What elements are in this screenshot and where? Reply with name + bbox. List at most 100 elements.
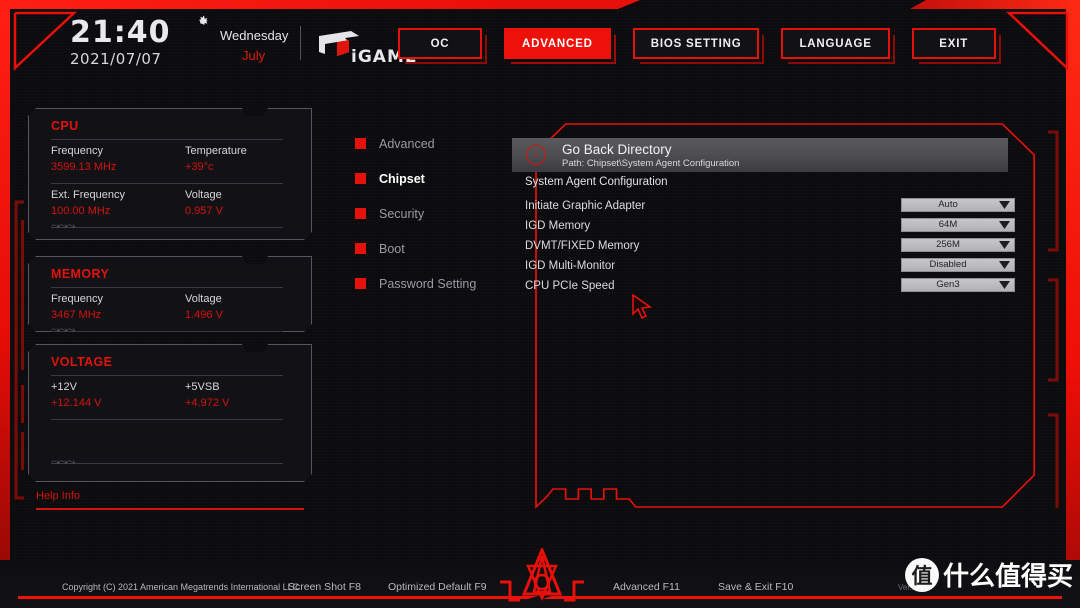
setting-row[interactable]: Initiate Graphic Adapter Auto [525, 198, 1015, 218]
setting-row[interactable]: DVMT/FIXED Memory 256M [525, 238, 1015, 258]
menu-item-label: Boot [379, 241, 405, 256]
right-edge-accent [1066, 0, 1080, 608]
chevron-down-icon[interactable] [994, 259, 1014, 271]
info-label: Frequency [51, 145, 103, 157]
setting-dropdown-value: Gen3 [936, 279, 960, 290]
info-value: 3599.13 MHz [51, 161, 117, 173]
info-label: Frequency [51, 293, 103, 305]
info-card-rule [51, 183, 283, 184]
setting-dropdown[interactable]: Disabled [901, 258, 1015, 272]
setting-dropdown[interactable]: 256M [901, 238, 1015, 252]
menu-item-label: Password Setting [379, 276, 477, 291]
info-value: 1.496 V [185, 309, 223, 321]
clock-date: 2021/07/07 [70, 50, 162, 68]
mouse-cursor-icon [632, 294, 653, 320]
info-card-rule [51, 375, 283, 376]
footer-red-line-right [542, 596, 1062, 599]
chevron-down-icon[interactable] [994, 219, 1014, 231]
menu-item-label: Security [379, 206, 425, 221]
chevron-down-icon[interactable] [994, 239, 1014, 251]
help-info-rule [36, 508, 304, 510]
setting-row[interactable]: CPU PCIe Speed Gen3 [525, 278, 1015, 298]
help-info-label: Help Info [36, 490, 81, 502]
info-value: 100.00 MHz [51, 205, 111, 217]
go-back-directory-button[interactable]: ‹ Go Back Directory Path: Chipset\System… [512, 138, 1008, 172]
chevron-down-icon[interactable] [994, 279, 1014, 291]
menu-bullet-icon [355, 278, 366, 289]
setting-dropdown-value: 64M [938, 219, 958, 230]
info-card-voltage: VOLTAGE +12V +5VSB +12.144 V +4.972 V ⤳⤳⤳ [28, 344, 312, 482]
setting-dropdown-value: Auto [938, 199, 958, 210]
info-card-title: VOLTAGE [51, 355, 113, 369]
clock-month: July [242, 48, 266, 63]
footer-key-save-exit-f10[interactable]: Save & Exit F10 [718, 581, 793, 593]
menu-item-chipset[interactable]: Chipset [355, 165, 476, 192]
card-squiggle-icon: ⤳⤳⤳ [51, 455, 75, 468]
clock-weekday: Wednesday [220, 28, 289, 43]
chevron-down-icon[interactable] [994, 199, 1014, 211]
footer-key-screen-shot-f8[interactable]: Screen Shot F8 [288, 581, 361, 593]
setting-dropdown-value: Disabled [929, 259, 967, 270]
info-card-rule [51, 227, 283, 228]
info-card-rule [51, 139, 283, 140]
info-card-rule [51, 287, 283, 288]
setting-row[interactable]: IGD Multi-Monitor Disabled [525, 258, 1015, 278]
info-card-title: CPU [51, 119, 79, 133]
nav-button-language[interactable]: LANGUAGE [781, 28, 895, 64]
footer-copyright: Copyright (C) 2021 American Megatrends I… [62, 582, 300, 592]
info-label: Voltage [185, 293, 222, 305]
info-value: 3467 MHz [51, 309, 102, 321]
setting-label: DVMT/FIXED Memory [525, 240, 640, 252]
header-bar: 21:40 2021/07/07 Wednesday July iGAME OC… [0, 0, 1080, 84]
info-card-rule [51, 463, 283, 464]
setting-label: Initiate Graphic Adapter [525, 200, 646, 212]
setting-dropdown[interactable]: 64M [901, 218, 1015, 232]
right-rail-decor [1048, 130, 1059, 508]
menu-bullet-icon [355, 243, 366, 254]
menu-item-password-setting[interactable]: Password Setting [355, 270, 476, 297]
card-squiggle-icon: ⤳⤳⤳ [51, 219, 75, 232]
info-card-rule [51, 331, 283, 332]
menu-bullet-icon [355, 173, 366, 184]
nav-button-advanced[interactable]: ADVANCED [504, 28, 616, 64]
info-label: Temperature [185, 145, 247, 157]
info-label: Voltage [185, 189, 222, 201]
nav-button-bios-setting[interactable]: BIOS SETTING [632, 28, 765, 64]
menu-item-advanced[interactable]: Advanced [355, 130, 476, 157]
footer-key-optimized-default-f9[interactable]: Optimized Default F9 [388, 581, 487, 593]
setting-dropdown[interactable]: Auto [901, 198, 1015, 212]
clock-block: 21:40 2021/07/07 Wednesday July iGAME [70, 15, 416, 70]
info-label: +5VSB [185, 381, 220, 393]
footer-red-line-left [18, 596, 538, 599]
go-back-path: Path: Chipset\System Agent Configuration [562, 158, 740, 169]
setting-dropdown-value: 256M [936, 239, 960, 250]
left-rail-decor [14, 200, 24, 500]
category-menu: Advanced Chipset Security Boot Password Sett… [355, 130, 476, 305]
info-value: 0.957 V [185, 205, 223, 217]
footer-key-advanced-f11[interactable]: Advanced F11 [613, 581, 680, 593]
star-emblem-icon [500, 548, 584, 602]
info-label: Ext. Frequency [51, 189, 125, 201]
menu-item-label: Chipset [379, 171, 425, 186]
setting-dropdown[interactable]: Gen3 [901, 278, 1015, 292]
info-card-memory: MEMORY Frequency Voltage 3467 MHz 1.496 V ⤳⤳⤳ [28, 256, 312, 332]
setting-label: IGD Multi-Monitor [525, 260, 616, 272]
nav-button-oc[interactable]: OC [398, 28, 487, 64]
menu-item-boot[interactable]: Boot [355, 235, 476, 262]
menu-bullet-icon [355, 138, 366, 149]
info-value: +39°c [185, 161, 214, 173]
info-value: +4.972 V [185, 397, 230, 409]
setting-row[interactable]: IGD Memory 64M [525, 218, 1015, 238]
nav-button-exit[interactable]: EXIT [911, 28, 1001, 64]
menu-item-label: Advanced [379, 136, 435, 151]
menu-item-security[interactable]: Security [355, 200, 476, 227]
footer-version: Ver...by [898, 583, 925, 592]
info-card-cpu: CPU Frequency Temperature 3599.13 MHz +39°c E… [28, 108, 312, 240]
section-title: System Agent Configuration [525, 176, 668, 188]
bios-screen: 21:40 2021/07/07 Wednesday July iGAME OC… [0, 0, 1080, 608]
gear-icon [199, 15, 209, 25]
left-edge-accent [0, 0, 10, 608]
go-back-title: Go Back Directory [562, 142, 672, 157]
info-card-title: MEMORY [51, 267, 110, 281]
back-chevron-icon: ‹ [526, 145, 546, 165]
